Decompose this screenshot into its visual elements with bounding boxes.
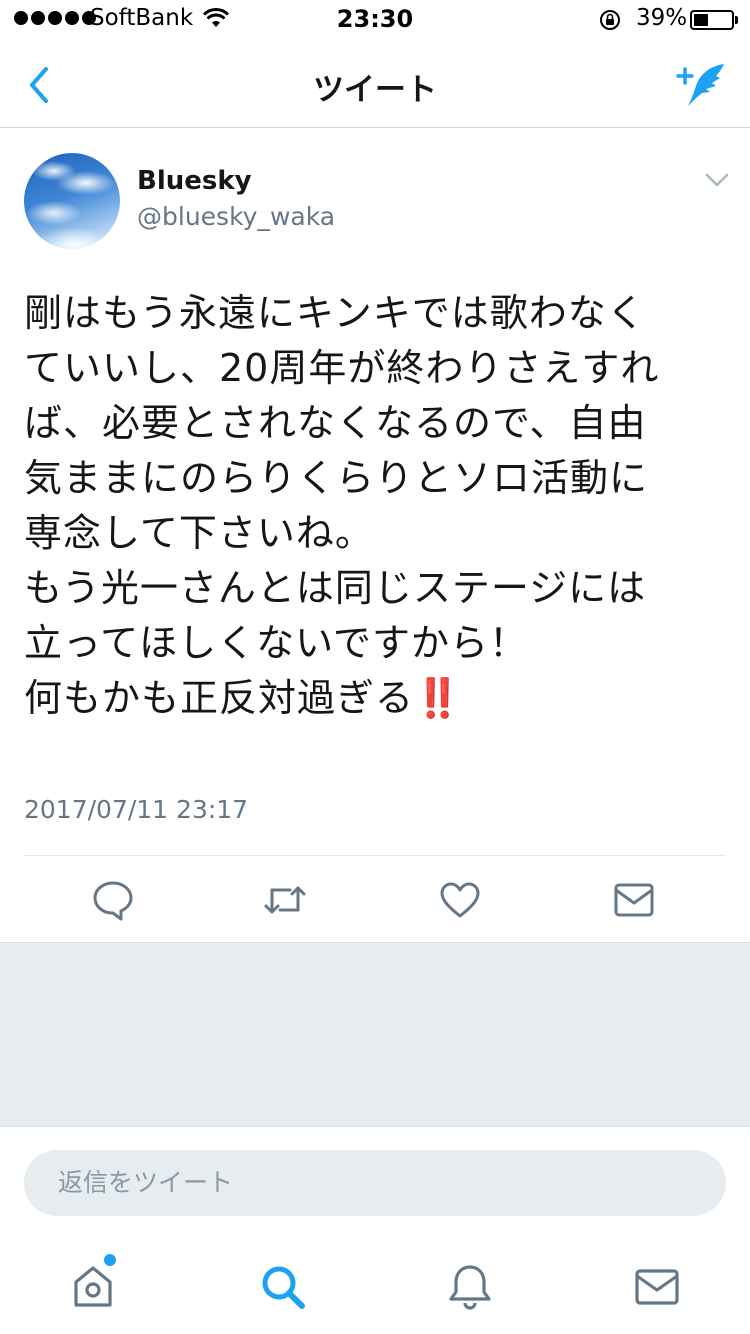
search-icon[interactable]	[258, 1262, 308, 1312]
avatar[interactable]	[24, 153, 120, 249]
orientation-lock-icon	[600, 10, 620, 30]
battery-percent: 39%	[636, 5, 688, 31]
tweet-text-line: もう光一さんとは同じステージには	[24, 566, 647, 610]
notification-dot	[104, 1254, 116, 1266]
battery-tip	[735, 16, 738, 24]
tweet-text-line: 気ままにのらりくらりとソロ活動に	[24, 456, 649, 500]
tweet-text-line: 剛はもう永遠にキンキでは歌わなく	[24, 291, 646, 335]
empty-replies-area	[0, 942, 750, 1126]
status-bar: SoftBank 23:30 39%	[0, 0, 750, 40]
compose-tweet-icon[interactable]	[674, 60, 728, 110]
retweet-icon[interactable]	[263, 878, 307, 922]
bell-icon[interactable]	[445, 1262, 495, 1312]
tweet-text-line: 何もかも正反対過ぎる‼️	[24, 676, 463, 720]
battery-icon	[690, 10, 734, 30]
chevron-down-icon[interactable]	[704, 172, 730, 188]
tweet-text: 剛はもう永遠にキンキでは歌わなく ていいし、20周年が終わりさえすれ ば、必要と…	[24, 286, 736, 726]
user-name[interactable]: Bluesky	[137, 166, 252, 196]
tweet-text-line: ていいし、20周年が終わりさえすれ	[24, 346, 660, 390]
battery-level	[694, 14, 709, 26]
home-icon[interactable]	[68, 1262, 118, 1312]
envelope-icon[interactable]	[612, 878, 656, 922]
envelope-icon[interactable]	[632, 1262, 682, 1312]
tweet-text-line: ば、必要とされなくなるので、自由	[24, 401, 647, 445]
divider	[24, 855, 726, 856]
page-title: ツイート	[313, 72, 437, 108]
reply-icon[interactable]	[91, 878, 135, 922]
tweet-text-line: 専念して下さいね。	[24, 511, 374, 555]
tweet-timestamp: 2017/07/11 23:17	[24, 795, 249, 824]
user-handle[interactable]: @bluesky_waka	[137, 202, 335, 231]
heart-icon[interactable]	[438, 878, 482, 922]
reply-input[interactable]: 返信をツイート	[24, 1150, 726, 1216]
tweet-text-line: 立ってほしくないですから！	[24, 621, 528, 665]
